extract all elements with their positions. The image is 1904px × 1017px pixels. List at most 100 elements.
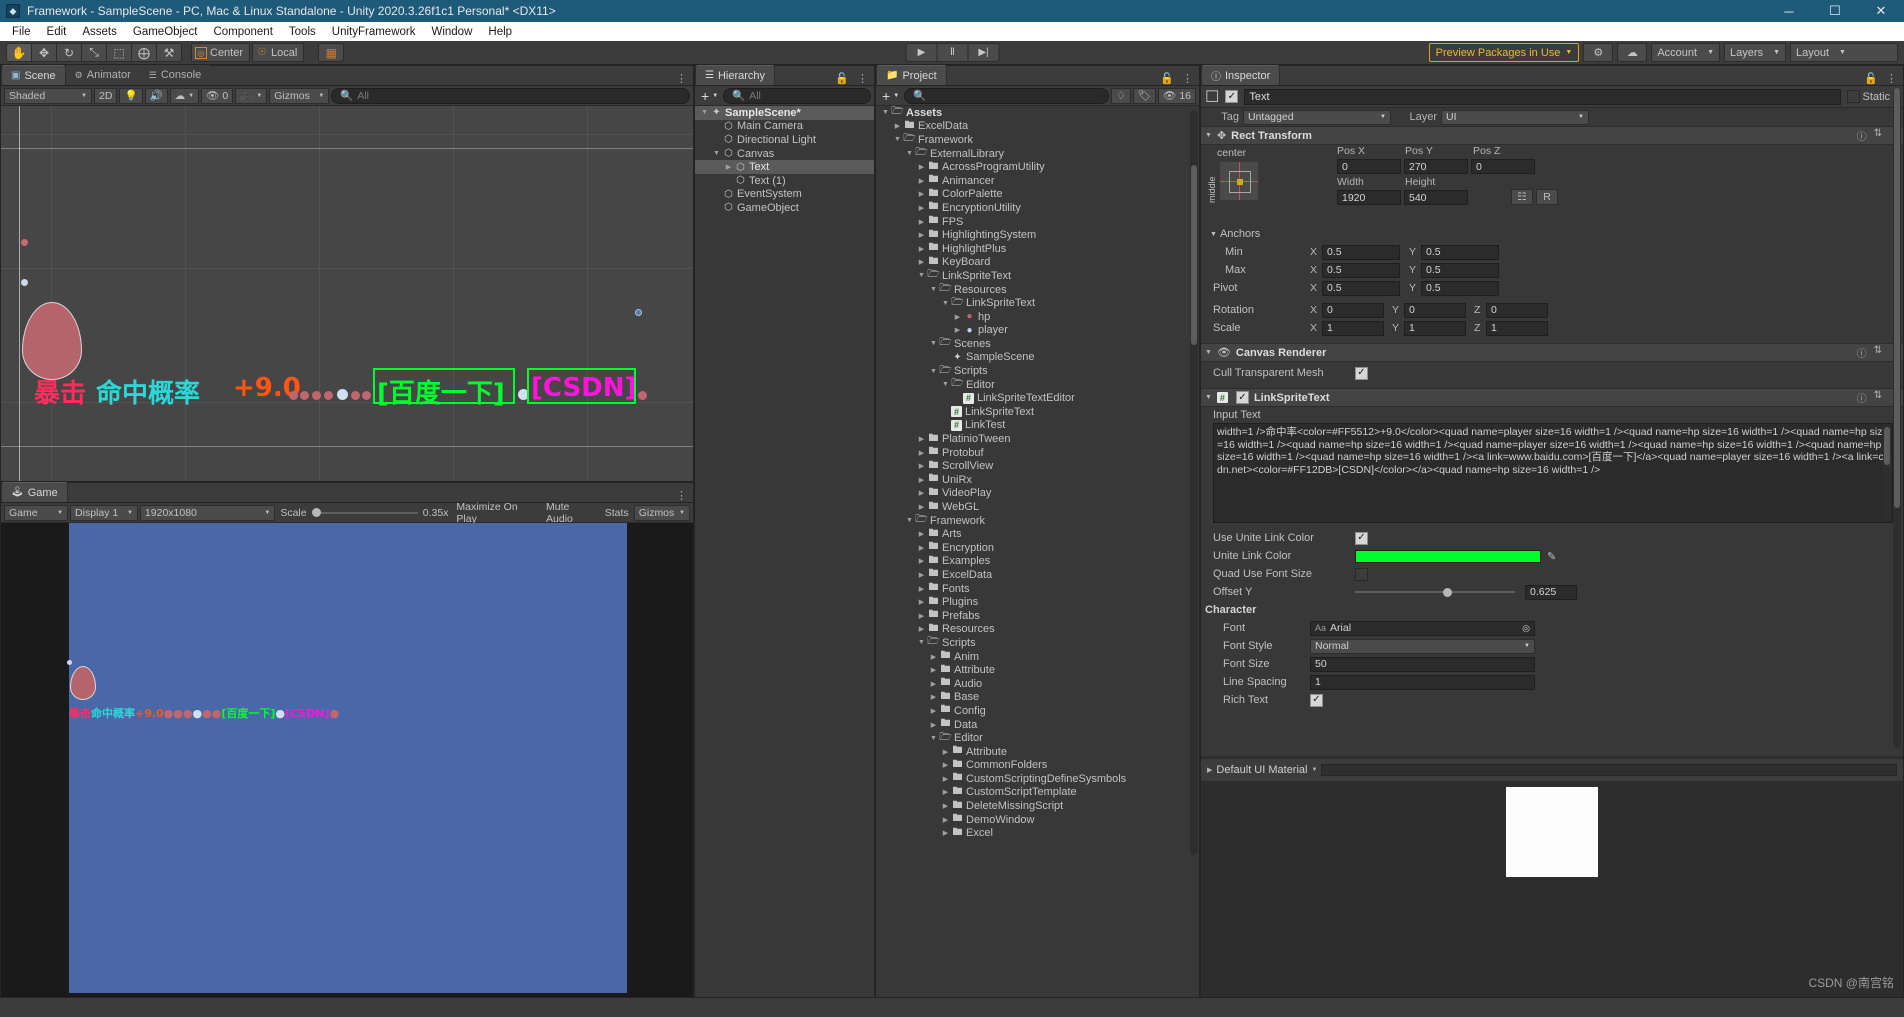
project-item-linkspritetext[interactable]: ▼ 🗁 LinkSpriteText bbox=[876, 269, 1199, 283]
disclosure-arrow-icon[interactable]: ▶ bbox=[928, 680, 939, 688]
layers-button[interactable]: Layers ▼ bbox=[1724, 43, 1786, 62]
disclosure-arrow-icon[interactable]: ▼ bbox=[699, 109, 710, 116]
input-text-scrollbar[interactable] bbox=[1883, 425, 1891, 521]
canvas-renderer-header[interactable]: ▼ 👁 Canvas Renderer ⓘ ⇅ ⋮ bbox=[1201, 343, 1903, 362]
disclosure-arrow-icon[interactable]: ▶ bbox=[916, 625, 927, 633]
project-item-customscripttemplate[interactable]: ▶ 🖿 CustomScriptTemplate bbox=[876, 786, 1199, 800]
hidden-packages-count[interactable]: 👁 16 bbox=[1157, 87, 1196, 104]
object-picker-icon[interactable]: ◎ bbox=[1522, 623, 1530, 634]
disclosure-arrow-icon[interactable]: ▼ bbox=[928, 340, 939, 347]
rotate-tool-button[interactable]: ↻ bbox=[56, 43, 82, 62]
disclosure-arrow-icon[interactable]: ▼ bbox=[904, 150, 915, 157]
project-item-highlightingsystem[interactable]: ▶ 🖿 HighlightingSystem bbox=[876, 228, 1199, 242]
disclosure-arrow-icon[interactable]: ▶ bbox=[916, 449, 927, 457]
minimize-button[interactable]: ─ bbox=[1766, 0, 1812, 22]
project-item-encryptionutility[interactable]: ▶ 🖿 EncryptionUtility bbox=[876, 201, 1199, 215]
disclosure-arrow-icon[interactable]: ▶ bbox=[711, 190, 722, 198]
disclosure-arrow-icon[interactable]: ▼ bbox=[892, 136, 903, 143]
tab-console[interactable]: ☰ Console bbox=[139, 65, 211, 85]
hierarchy-add-button[interactable]: + ▼ bbox=[698, 88, 721, 104]
line-spacing-input[interactable]: 1 bbox=[1310, 674, 1535, 690]
disclosure-arrow-icon[interactable]: ▶ bbox=[916, 204, 927, 212]
pivot-x-input[interactable]: 0.5 bbox=[1322, 280, 1400, 296]
preset-icon[interactable]: ⇅ bbox=[1874, 345, 1882, 360]
scene-search-input[interactable]: 🔍 All bbox=[331, 87, 690, 104]
project-item-linkspritetext[interactable]: ▼ 🗁 LinkSpriteText bbox=[876, 296, 1199, 310]
disclosure-arrow-icon[interactable]: ▶ bbox=[711, 122, 722, 130]
blueprint-mode-button[interactable]: ☷ bbox=[1511, 189, 1533, 205]
object-name-input[interactable]: Text bbox=[1244, 88, 1841, 105]
account-button[interactable]: Account ▼ bbox=[1651, 43, 1721, 62]
disclosure-arrow-icon[interactable]: ▶ bbox=[940, 408, 951, 416]
anchors-foldout[interactable]: ▼ Anchors bbox=[1201, 225, 1903, 243]
offset-y-input[interactable]: 0.625 bbox=[1525, 584, 1577, 600]
disclosure-arrow-icon[interactable]: ▶ bbox=[928, 721, 939, 729]
menu-tools[interactable]: Tools bbox=[281, 24, 324, 40]
project-item-demowindow[interactable]: ▶ 🖿 DemoWindow bbox=[876, 813, 1199, 827]
custom-tool-button[interactable]: ⚒ bbox=[156, 43, 182, 62]
project-item-customscriptingdefinesysmbols[interactable]: ▶ 🖿 CustomScriptingDefineSysmbols bbox=[876, 772, 1199, 786]
project-item-data[interactable]: ▶ 🖿 Data bbox=[876, 718, 1199, 732]
anchor-max-y-input[interactable]: 0.5 bbox=[1421, 262, 1499, 278]
disclosure-arrow-icon[interactable]: ▶ bbox=[952, 326, 963, 334]
disclosure-arrow-icon[interactable]: ▼ bbox=[928, 286, 939, 293]
preset-icon[interactable]: ⇅ bbox=[1874, 128, 1882, 143]
project-item-platiniotween[interactable]: ▶ 🖿 PlatinioTween bbox=[876, 432, 1199, 446]
disclosure-arrow-icon[interactable]: ▼ bbox=[904, 517, 915, 524]
disclosure-arrow-icon[interactable]: ▶ bbox=[916, 612, 927, 620]
layout-button[interactable]: Layout ▼ bbox=[1790, 43, 1898, 62]
disclosure-arrow-icon[interactable]: ▼ bbox=[940, 300, 951, 307]
tab-scene[interactable]: ▣ Scene bbox=[1, 65, 66, 85]
disclosure-arrow-icon[interactable]: ▶ bbox=[928, 707, 939, 715]
disclosure-arrow-icon[interactable]: ▶ bbox=[940, 829, 951, 837]
mute-audio-toggle[interactable]: Mute Audio bbox=[543, 501, 600, 525]
anchor-handle[interactable] bbox=[21, 239, 28, 246]
project-item-attribute[interactable]: ▶ 🖿 Attribute bbox=[876, 663, 1199, 677]
project-item-deletemissingscript[interactable]: ▶ 🖿 DeleteMissingScript bbox=[876, 799, 1199, 813]
project-item-linktest[interactable]: ▶#LinkTest bbox=[876, 419, 1199, 433]
raw-edit-button[interactable]: R bbox=[1536, 189, 1558, 205]
scene-view-container[interactable]: 暴击 命中概率 +9.0 [百度一下] [CSDN] ✣ bbox=[1, 106, 693, 481]
project-scrollbar[interactable] bbox=[1190, 110, 1198, 855]
height-input[interactable]: 540 bbox=[1404, 190, 1468, 205]
anchor-min-x-input[interactable]: 0.5 bbox=[1322, 244, 1400, 260]
project-item-scenes[interactable]: ▼ 🗁 Scenes bbox=[876, 337, 1199, 351]
hierarchy-item-eventsystem[interactable]: ▶⬡ EventSystem bbox=[695, 188, 874, 202]
disclosure-arrow-icon[interactable]: ▶ bbox=[916, 163, 927, 171]
collapse-arrow-icon[interactable]: ▶ bbox=[1207, 766, 1212, 774]
project-item-exceldata[interactable]: ▶ 🖿 ExcelData bbox=[876, 568, 1199, 582]
menu-component[interactable]: Component bbox=[205, 24, 280, 40]
project-item-animancer[interactable]: ▶ 🖿 Animancer bbox=[876, 174, 1199, 188]
disclosure-arrow-icon[interactable]: ▶ bbox=[916, 218, 927, 226]
audio-icon[interactable]: 🔊 bbox=[144, 87, 168, 104]
layer-dropdown[interactable]: UI ▼ bbox=[1441, 109, 1589, 125]
disclosure-arrow-icon[interactable]: ▶ bbox=[940, 775, 951, 783]
lighting-icon[interactable]: 💡 bbox=[119, 87, 143, 104]
project-item-audio[interactable]: ▶ 🖿 Audio bbox=[876, 677, 1199, 691]
hierarchy-item-directional-light[interactable]: ▶⬡ Directional Light bbox=[695, 133, 874, 147]
hierarchy-menu-icon[interactable]: ⋮ bbox=[857, 72, 868, 85]
disclosure-arrow-icon[interactable]: ▶ bbox=[940, 748, 951, 756]
tab-hierarchy[interactable]: ☰ Hierarchy bbox=[695, 65, 776, 85]
disclosure-arrow-icon[interactable]: ▶ bbox=[940, 353, 951, 361]
project-item-arts[interactable]: ▶ 🖿 Arts bbox=[876, 527, 1199, 541]
disclosure-arrow-icon[interactable]: ▶ bbox=[916, 544, 927, 552]
fx-icon[interactable]: ☁ ▼ bbox=[169, 87, 200, 104]
anchor-min-y-input[interactable]: 0.5 bbox=[1421, 244, 1499, 260]
aspect-dropdown[interactable]: Game ▼ bbox=[4, 504, 69, 521]
project-add-button[interactable]: + ▼ bbox=[879, 88, 902, 104]
rotation-z-input[interactable]: 0 bbox=[1486, 302, 1548, 318]
project-item-fps[interactable]: ▶ 🖿 FPS bbox=[876, 215, 1199, 229]
toggle-2d-button[interactable]: 2D bbox=[94, 87, 118, 104]
disclosure-arrow-icon[interactable]: ▶ bbox=[892, 122, 903, 130]
disclosure-arrow-icon[interactable]: ▶ bbox=[916, 476, 927, 484]
project-item-encryption[interactable]: ▶ 🖿 Encryption bbox=[876, 541, 1199, 555]
hierarchy-lock-icon[interactable]: 🔓 bbox=[835, 72, 849, 85]
hierarchy-item-text[interactable]: ▶ ⬡ Text bbox=[695, 160, 874, 174]
disclosure-arrow-icon[interactable]: ▶ bbox=[723, 163, 734, 171]
move-tool-button[interactable]: ✥ bbox=[31, 43, 57, 62]
disclosure-arrow-icon[interactable]: ▶ bbox=[916, 598, 927, 606]
disclosure-arrow-icon[interactable]: ▶ bbox=[940, 788, 951, 796]
disclosure-arrow-icon[interactable]: ▶ bbox=[916, 177, 927, 185]
disclosure-arrow-icon[interactable]: ▶ bbox=[940, 421, 951, 429]
